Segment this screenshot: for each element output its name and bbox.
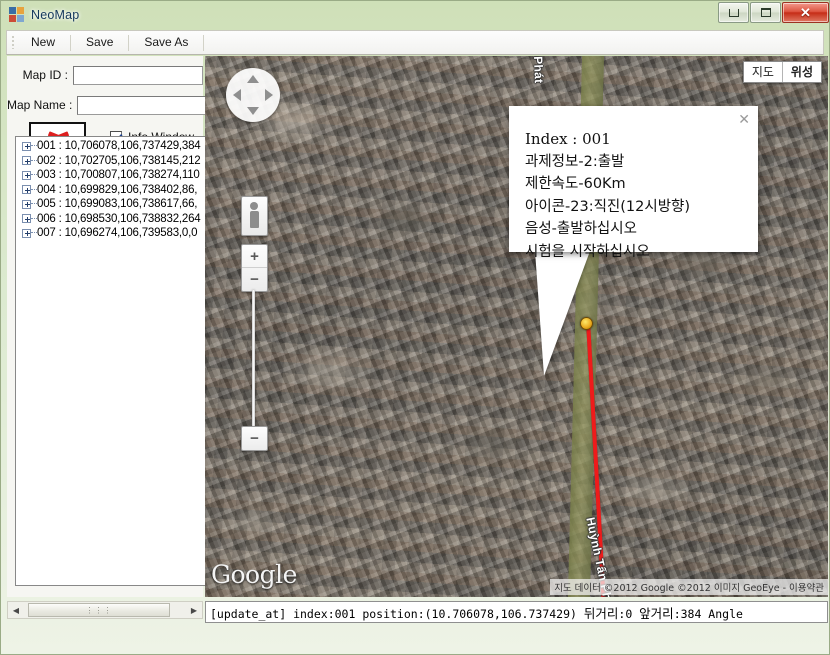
scroll-left-arrow[interactable]: ◀ — [8, 602, 24, 618]
info-line-speed-limit: 제한속도-60Km — [525, 176, 626, 192]
close-button[interactable]: ✕ — [782, 2, 829, 23]
expand-icon[interactable] — [22, 170, 31, 180]
google-logo: Google — [211, 560, 297, 589]
map-type-satellite-button[interactable]: 위성 — [781, 62, 821, 82]
map-name-input[interactable] — [77, 95, 208, 115]
minimize-button[interactable] — [718, 2, 749, 23]
expand-icon[interactable] — [22, 156, 31, 166]
maximize-button[interactable] — [750, 2, 781, 23]
waypoint-tree[interactable]: 001 : 10,706078,106,737429,384 002 : 10,… — [15, 136, 209, 586]
tree-item-label: 004 : 10,699829,106,738402,86, — [37, 183, 198, 196]
info-line-icon: 아이콘-23:직진(12시방향) — [525, 198, 691, 215]
toolbar-separator — [128, 34, 130, 51]
app-grid-icon — [9, 6, 25, 23]
expand-icon[interactable] — [22, 185, 31, 195]
tree-item-label: 001 : 10,706078,106,737429,384 — [37, 140, 201, 153]
expand-icon[interactable] — [22, 228, 31, 238]
tree-item-label: 006 : 10,698530,106,738832,264 — [37, 212, 201, 225]
map-name-row: Map Name : — [7, 94, 208, 116]
toolbar: New Save Save As — [6, 30, 824, 55]
map-id-input[interactable] — [73, 65, 203, 85]
minimize-icon — [728, 8, 739, 17]
application-window: NeoMap ✕ New Save Save As Map ID : Map N… — [0, 0, 830, 655]
save-as-button[interactable]: Save As — [130, 32, 202, 53]
window-controls: ✕ — [718, 2, 829, 23]
info-line-task: 과제정보-2:출발 — [525, 153, 625, 170]
info-window-body: Index : 001 과제정보-2:출발 제한속도-60Km 아이콘-23:직… — [509, 106, 758, 263]
map-id-label: Map ID : — [22, 68, 68, 82]
pan-up-icon[interactable] — [247, 75, 259, 83]
info-line-index: Index : 001 — [525, 130, 611, 148]
expand-icon[interactable] — [22, 214, 31, 224]
street-label: Phát — [531, 56, 546, 84]
route-start-marker[interactable] — [580, 317, 593, 330]
expand-icon[interactable] — [22, 199, 31, 209]
title-bar: NeoMap ✕ — [1, 1, 830, 28]
tree-item-label: 005 : 10,699083,106,738617,66, — [37, 198, 198, 211]
tree-item-label: 007 : 10,696274,106,739583,0,0 — [37, 227, 198, 240]
zoom-out-button[interactable]: − — [241, 426, 268, 451]
info-line-voice-2: 시험을 시작하십시오 — [525, 243, 650, 260]
status-prefix: [update_at] index:001 position:(10.70607… — [210, 606, 584, 621]
new-button[interactable]: New — [17, 32, 69, 53]
info-window: ✕ Index : 001 과제정보-2:출발 제한속도-60Km 아이콘-23… — [509, 106, 758, 260]
tree-item[interactable]: 002 : 10,702705,106,738145,212 — [16, 154, 208, 169]
expand-icon[interactable] — [22, 141, 31, 151]
tree-item[interactable]: 006 : 10,698530,106,738832,264 — [16, 212, 208, 227]
map-viewport[interactable]: Huỳnh Tấn Phát Phát 지도 위성 + − − ✕ Index … — [205, 56, 828, 597]
tree-item-label: 002 : 10,702705,106,738145,212 — [37, 154, 201, 167]
panel-horizontal-scrollbar[interactable]: ◀ ⋮⋮⋮ ▶ — [7, 601, 203, 619]
pan-control[interactable] — [226, 68, 280, 122]
map-type-control[interactable]: 지도 위성 — [742, 61, 822, 83]
tree-item[interactable]: 007 : 10,696274,106,739583,0,0 — [16, 226, 208, 241]
map-name-label: Map Name : — [7, 98, 73, 112]
status-front-distance-label: 앞거리 — [639, 605, 674, 621]
window-title: NeoMap — [31, 7, 80, 22]
map-attribution: 지도 데이터 ©2012 Google ©2012 이미지 GeoEye - 이… — [550, 579, 828, 595]
map-type-road-button[interactable]: 지도 — [743, 62, 782, 82]
scrollbar-thumb[interactable]: ⋮⋮⋮ — [28, 603, 170, 617]
tree-item[interactable]: 001 : 10,706078,106,737429,384 — [16, 139, 208, 154]
zoom-slider-track[interactable] — [252, 290, 255, 440]
tree-item[interactable]: 003 : 10,700807,106,738274,110 — [16, 168, 208, 183]
info-window-tail — [535, 251, 590, 376]
status-back-distance-label: 뒤거리 — [583, 605, 619, 621]
status-back-distance-value: :0 — [618, 606, 640, 621]
tree-item-label: 003 : 10,700807,106,738274,110 — [37, 169, 200, 182]
save-button[interactable]: Save — [72, 32, 127, 53]
info-line-voice: 음성-출발하십시오 — [525, 221, 637, 237]
tree-item[interactable]: 005 : 10,699083,106,738617,66, — [16, 197, 208, 212]
zoom-slider-handle[interactable]: − — [242, 268, 267, 290]
toolbar-separator — [70, 34, 72, 51]
map-id-row: Map ID : — [7, 64, 203, 86]
toolbar-grip[interactable] — [9, 34, 17, 51]
status-bar: [update_at] index:001 position:(10.70607… — [205, 601, 828, 623]
zoom-in-button[interactable]: + — [242, 245, 267, 268]
zoom-control[interactable]: + − — [241, 244, 268, 292]
tree-item[interactable]: 004 : 10,699829,106,738402,86, — [16, 183, 208, 198]
left-panel: Map ID : Map Name : Info Window 001 : 10… — [7, 56, 209, 597]
pan-down-icon[interactable] — [247, 107, 259, 115]
street-view-pegman[interactable] — [241, 196, 268, 236]
pegman-icon — [250, 202, 259, 230]
status-front-distance-value: :384 Angle — [673, 606, 743, 621]
pan-right-icon[interactable] — [265, 89, 273, 101]
pan-left-icon[interactable] — [233, 89, 241, 101]
toolbar-separator — [203, 34, 205, 51]
info-window-close-icon[interactable]: ✕ — [738, 112, 750, 126]
scroll-right-arrow[interactable]: ▶ — [186, 602, 202, 618]
scrollbar-track[interactable]: ⋮⋮⋮ — [24, 602, 186, 618]
maximize-icon — [760, 8, 771, 17]
close-icon: ✕ — [800, 5, 811, 20]
status-text: [update_at] index:001 position:(10.70607… — [206, 603, 743, 622]
